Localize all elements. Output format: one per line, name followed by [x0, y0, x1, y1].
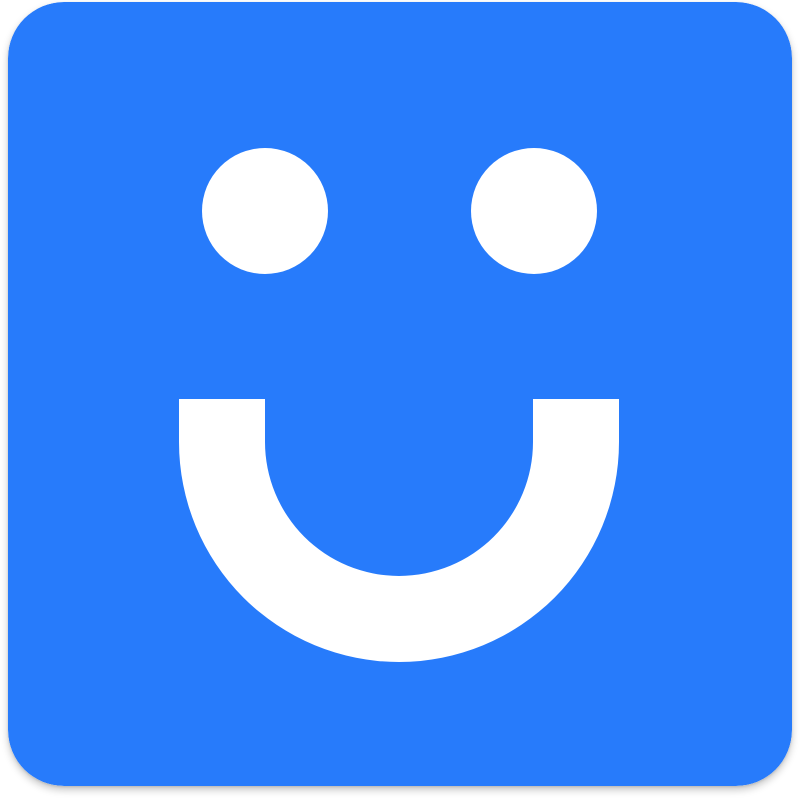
smiley-face-icon — [8, 2, 792, 786]
icon-canvas — [0, 0, 800, 800]
right-eye — [471, 148, 597, 274]
smiley-face-app-icon[interactable] — [8, 2, 792, 786]
left-eye — [202, 148, 328, 274]
icon-background — [8, 2, 792, 786]
